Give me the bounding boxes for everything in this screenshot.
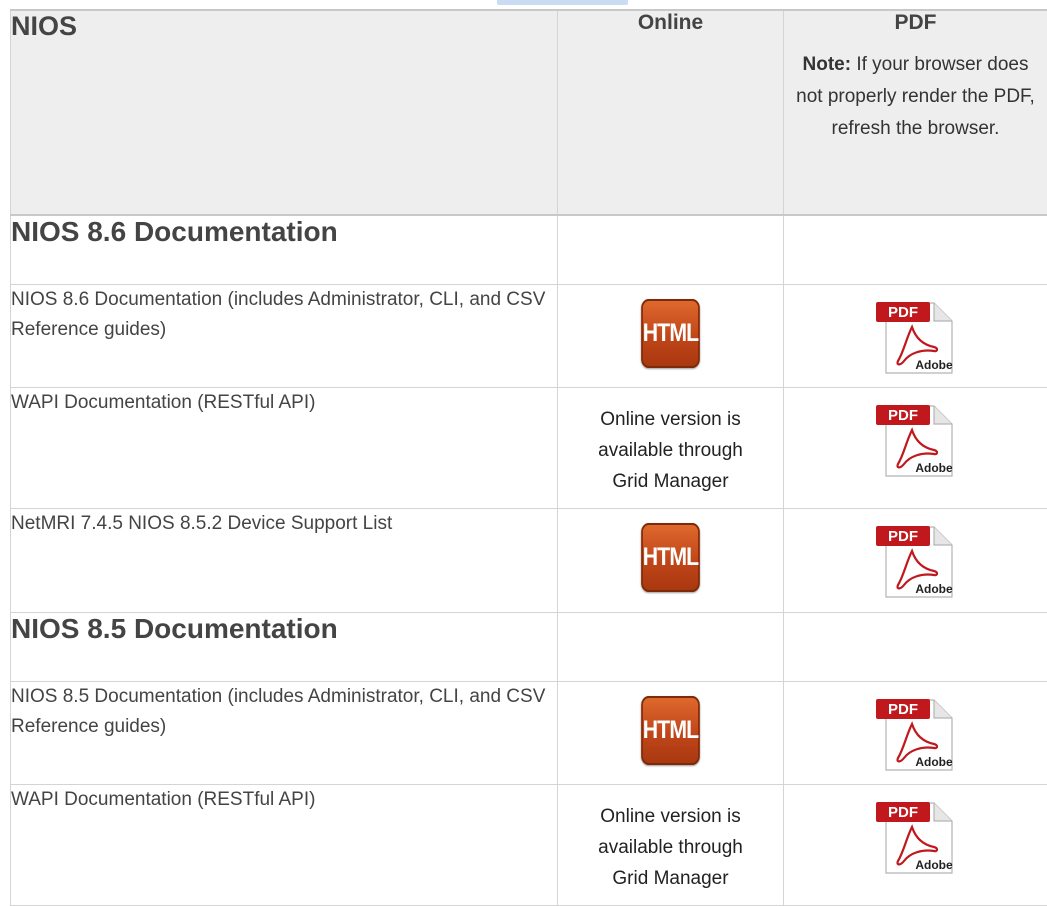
online-cell: HTML: [558, 509, 784, 613]
pdf-page-fold: [934, 803, 952, 821]
section-empty-cell: [558, 613, 784, 682]
pdf-cell: PDF Adobe: [784, 509, 1047, 613]
online-cell: HTML: [558, 682, 784, 785]
adobe-label: Adobe: [915, 858, 953, 872]
documentation-table: NIOS Online PDF Note: If your browser do…: [10, 9, 1047, 906]
section-empty-cell: [784, 215, 1047, 285]
html-icon[interactable]: HTML: [641, 696, 700, 765]
html-icon[interactable]: HTML: [641, 523, 700, 592]
html-icon[interactable]: HTML: [641, 299, 700, 368]
online-cell: Online version is available through Grid…: [558, 785, 784, 906]
section-row-nios-8-5: NIOS 8.5 Documentation: [11, 613, 1047, 682]
section-empty-cell: [558, 215, 784, 285]
online-availability-text: Online version is available through Grid…: [558, 785, 783, 894]
table-row: NIOS 8.5 Documentation (includes Adminis…: [11, 682, 1047, 785]
section-row-nios-8-6: NIOS 8.6 Documentation: [11, 215, 1047, 285]
top-link-fragment: [497, 0, 628, 5]
pdf-banner-label: PDF: [888, 701, 918, 718]
adobe-label: Adobe: [915, 755, 953, 769]
row-description: NIOS 8.5 Documentation (includes Adminis…: [11, 682, 558, 785]
pdf-icon-graphic: PDF Adobe: [876, 696, 956, 772]
pdf-icon-graphic: PDF Adobe: [876, 299, 956, 375]
online-cell: HTML: [558, 285, 784, 388]
pdf-banner-label: PDF: [888, 528, 918, 545]
row-description: WAPI Documentation (RESTful API): [11, 388, 558, 509]
online-availability-text: Online version is available through Grid…: [558, 388, 783, 497]
pdf-page-fold: [934, 303, 952, 321]
pdf-icon[interactable]: PDF Adobe: [876, 402, 956, 483]
table-header-row: NIOS Online PDF Note: If your browser do…: [11, 10, 1047, 215]
pdf-cell: PDF Adobe: [784, 388, 1047, 509]
header-pdf: PDF Note: If your browser does not prope…: [784, 10, 1047, 215]
row-description: NetMRI 7.4.5 NIOS 8.5.2 Device Support L…: [11, 509, 558, 613]
pdf-icon-graphic: PDF Adobe: [876, 799, 956, 875]
pdf-icon-graphic: PDF Adobe: [876, 402, 956, 478]
section-title: NIOS 8.6 Documentation: [11, 215, 558, 285]
pdf-banner-label: PDF: [888, 804, 918, 821]
pdf-cell: PDF Adobe: [784, 682, 1047, 785]
pdf-page-fold: [934, 700, 952, 718]
table-row: WAPI Documentation (RESTful API) Online …: [11, 785, 1047, 906]
header-online: Online: [558, 10, 784, 215]
table-row: WAPI Documentation (RESTful API) Online …: [11, 388, 1047, 509]
pdf-page-fold: [934, 406, 952, 424]
section-title: NIOS 8.5 Documentation: [11, 613, 558, 682]
pdf-banner-label: PDF: [888, 304, 918, 321]
table-row: NIOS 8.6 Documentation (includes Adminis…: [11, 285, 1047, 388]
section-empty-cell: [784, 613, 1047, 682]
pdf-note-label: Note:: [803, 54, 852, 75]
pdf-cell: PDF Adobe: [784, 285, 1047, 388]
row-description: WAPI Documentation (RESTful API): [11, 785, 558, 906]
online-cell: Online version is available through Grid…: [558, 388, 784, 509]
header-nios: NIOS: [11, 10, 558, 215]
pdf-banner-label: PDF: [888, 407, 918, 424]
pdf-icon[interactable]: PDF Adobe: [876, 799, 956, 880]
pdf-icon[interactable]: PDF Adobe: [876, 299, 956, 380]
pdf-icon-graphic: PDF Adobe: [876, 523, 956, 599]
pdf-note: Note: If your browser does not properly …: [792, 49, 1039, 145]
pdf-icon[interactable]: PDF Adobe: [876, 523, 956, 604]
header-pdf-label: PDF: [784, 11, 1047, 35]
row-description: NIOS 8.6 Documentation (includes Adminis…: [11, 285, 558, 388]
pdf-page-fold: [934, 527, 952, 545]
adobe-label: Adobe: [915, 358, 953, 372]
pdf-cell: PDF Adobe: [784, 785, 1047, 906]
adobe-label: Adobe: [915, 461, 953, 475]
adobe-label: Adobe: [915, 582, 953, 596]
pdf-icon[interactable]: PDF Adobe: [876, 696, 956, 777]
table-row: NetMRI 7.4.5 NIOS 8.5.2 Device Support L…: [11, 509, 1047, 613]
